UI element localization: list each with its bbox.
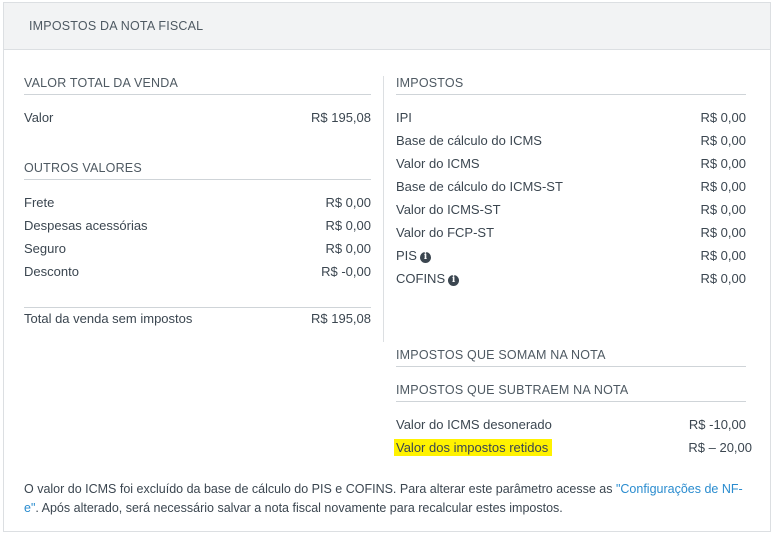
row-value: R$ 0,00 — [325, 195, 371, 210]
left-column: VALOR TOTAL DA VENDA Valor R$ 195,08 OUT… — [24, 76, 371, 328]
row-label: Valor do FCP-ST — [396, 225, 495, 240]
row-label: Total da venda sem impostos — [24, 310, 193, 326]
row-label-highlighted: Valor dos impostos retidos — [394, 439, 553, 456]
info-icon[interactable]: i — [448, 275, 460, 286]
row-value: R$ 0,00 — [700, 156, 746, 171]
footer-note: O valor do ICMS foi excluído da base de … — [24, 480, 749, 518]
row-value: R$ 0,00 — [700, 271, 746, 286]
row-label: COFINS — [396, 271, 446, 286]
row-label: Desconto — [24, 264, 79, 279]
footer-text-after: . Após alterado, será necessário salvar … — [35, 501, 563, 515]
row-value: R$ 0,00 — [700, 110, 746, 125]
row-icms-desonerado: Valor do ICMS desonerado R$ -10,00 — [396, 413, 746, 436]
row-label: Valor — [24, 110, 54, 125]
row-desconto: Desconto R$ -0,00 — [24, 260, 371, 283]
row-value: R$ 195,08 — [311, 310, 371, 326]
row-seguro: Seguro R$ 0,00 — [24, 237, 371, 260]
panel-title: IMPOSTOS DA NOTA FISCAL — [29, 19, 204, 33]
row-total-sem-impostos: Total da venda sem impostos R$ 195,08 — [24, 308, 371, 328]
row-value: R$ 0,00 — [700, 179, 746, 194]
section-title-outros: OUTROS VALORES — [24, 161, 371, 180]
row-base-icms-st: Base de cálculo do ICMS-ST R$ 0,00 — [396, 175, 746, 198]
row-impostos-retidos: Valor dos impostos retidos R$ – 20,00 — [394, 436, 752, 459]
row-despesas: Despesas acessórias R$ 0,00 — [24, 214, 371, 237]
info-icon[interactable]: i — [419, 252, 431, 263]
row-ipi: IPI R$ 0,00 — [396, 106, 746, 129]
row-frete: Frete R$ 0,00 — [24, 191, 371, 214]
section-title-somam: IMPOSTOS QUE SOMAM NA NOTA — [396, 348, 746, 367]
row-label: Base de cálculo do ICMS-ST — [396, 179, 563, 194]
row-base-icms: Base de cálculo do ICMS R$ 0,00 — [396, 129, 746, 152]
row-label: Base de cálculo do ICMS — [396, 133, 542, 148]
panel-header: IMPOSTOS DA NOTA FISCAL — [4, 3, 770, 50]
row-value: R$ 0,00 — [700, 248, 746, 263]
row-label: Frete — [24, 195, 55, 210]
row-value: R$ 195,08 — [311, 110, 371, 125]
right-column: IMPOSTOS IPI R$ 0,00 Base de cálculo do … — [394, 76, 752, 459]
row-pis: PIS i R$ 0,00 — [396, 244, 746, 267]
row-cofins: COFINS i R$ 0,00 — [396, 267, 746, 290]
row-value: R$ -10,00 — [688, 417, 746, 432]
row-label: Seguro — [24, 241, 66, 256]
row-label: Valor do ICMS desonerado — [396, 417, 552, 432]
row-value: R$ 0,00 — [700, 225, 746, 240]
row-label: PIS — [396, 248, 417, 263]
row-value: R$ 0,00 — [325, 218, 371, 233]
footer-text-before: O valor do ICMS foi excluído da base de … — [24, 482, 616, 496]
row-value: R$ – 20,00 — [688, 440, 752, 455]
section-title-venda: VALOR TOTAL DA VENDA — [24, 76, 371, 95]
row-label: Valor do ICMS-ST — [396, 202, 501, 217]
row-valor: Valor R$ 195,08 — [24, 106, 371, 129]
row-label: Despesas acessórias — [24, 218, 148, 233]
row-valor-icms: Valor do ICMS R$ 0,00 — [396, 152, 746, 175]
row-value: R$ 0,00 — [325, 241, 371, 256]
row-value: R$ -0,00 — [321, 264, 371, 279]
column-divider — [383, 76, 384, 342]
section-title-impostos: IMPOSTOS — [396, 76, 746, 95]
row-label: Valor do ICMS — [396, 156, 480, 171]
section-title-subtraem: IMPOSTOS QUE SUBTRAEM NA NOTA — [396, 383, 746, 402]
row-valor-icms-st: Valor do ICMS-ST R$ 0,00 — [396, 198, 746, 221]
row-valor-fcp-st: Valor do FCP-ST R$ 0,00 — [396, 221, 746, 244]
row-value: R$ 0,00 — [700, 133, 746, 148]
row-label: IPI — [396, 110, 412, 125]
row-value: R$ 0,00 — [700, 202, 746, 217]
